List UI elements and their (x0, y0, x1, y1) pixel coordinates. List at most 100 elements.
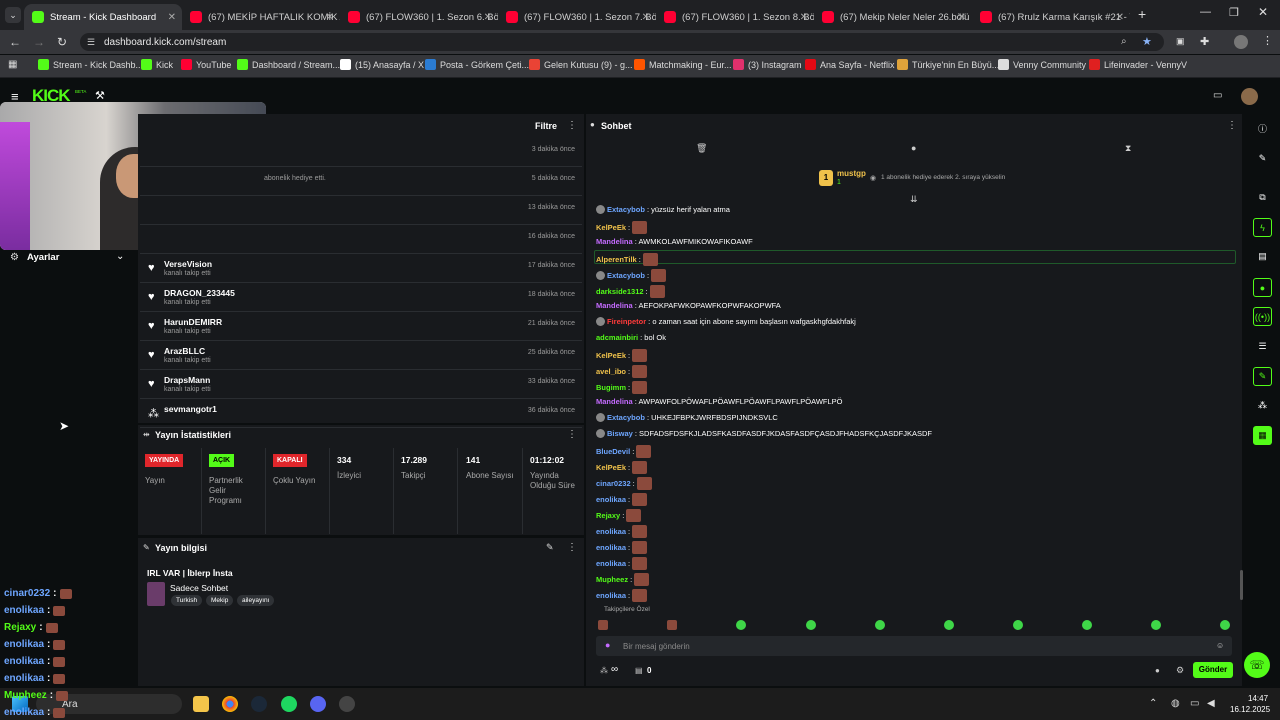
trash-icon[interactable]: 🗑 (696, 143, 707, 154)
chat-username[interactable]: AlperenTilk (596, 255, 637, 264)
stats-menu-icon[interactable]: ⋮ (567, 429, 577, 440)
chat-icon[interactable]: ● (1253, 278, 1272, 297)
pinned-username[interactable]: mustgp (837, 169, 866, 178)
chevron-down-icon[interactable]: ⌄ (116, 251, 124, 262)
chat-message[interactable]: enolikaa: (596, 525, 648, 538)
chat-message[interactable]: enolikaa: (596, 493, 648, 506)
info-icon[interactable]: ⓘ (1253, 119, 1272, 138)
chat-message[interactable]: AlperenTilk: (596, 253, 658, 266)
chat-settings-icon[interactable]: ⚙ (1176, 665, 1184, 676)
emote-icon[interactable] (1082, 620, 1092, 630)
chat-message[interactable]: Bugimm: (596, 381, 648, 394)
bookmark-item[interactable]: Stream - Kick Dashb... (38, 59, 143, 70)
chat-username[interactable]: enolikaa (596, 559, 626, 568)
restore-button[interactable]: ❐ (1229, 6, 1239, 19)
bookmark-item[interactable]: Matchmaking - Eur... (634, 59, 732, 70)
chat-message[interactable]: Rejaxy: (596, 509, 642, 522)
bookmark-item[interactable]: (3) Instagram (733, 59, 802, 70)
chat-message[interactable]: enolikaa: (596, 541, 648, 554)
browser-tab[interactable]: (67) FLOW360 | 1. Sezon 8. Bölü ✕ (656, 4, 814, 30)
activity-username[interactable]: DrapsMann (164, 375, 210, 385)
emote-icon[interactable] (1013, 620, 1023, 630)
chat-message[interactable]: Mandelina: AWMKOLAWFMIKOWAFIKOAWF (596, 237, 753, 246)
close-tab-icon[interactable]: ✕ (484, 12, 492, 23)
status-badge[interactable]: YAYINDA (145, 454, 184, 467)
layout-icon[interactable]: ▭ (1213, 90, 1222, 101)
filter-button[interactable]: Filtre (535, 121, 557, 131)
chat-username[interactable]: Bugimm (596, 383, 626, 392)
document-icon[interactable]: ▤ (1253, 247, 1272, 266)
user-avatar[interactable] (1241, 88, 1258, 105)
wrench-tool-icon[interactable]: ✎ (1253, 367, 1272, 386)
hourglass-icon[interactable]: ⧗ (1125, 143, 1131, 154)
green-app-icon[interactable]: ▦ (1253, 426, 1272, 445)
chat-message[interactable]: Fireinpetor: o zaman saat için abone say… (596, 317, 856, 326)
category-name[interactable]: Sadece Sohbet (170, 583, 228, 593)
chat-username[interactable]: Mandelina (596, 237, 633, 246)
chat-message[interactable]: Extacybob: (596, 269, 667, 282)
support-chat-icon[interactable]: ☏ (1244, 652, 1270, 678)
chat-username[interactable]: enolikaa (596, 591, 626, 600)
browser-tab[interactable]: (67) FLOW360 | 1. Sezon 7. Böl ✕ (498, 4, 656, 30)
activity-item[interactable]: 3 dakika önce (140, 138, 582, 167)
activity-item[interactable]: ♥ DrapsMann kanalı takip etti 33 dakika önc… (140, 370, 582, 399)
close-tab-icon[interactable]: ✕ (168, 12, 176, 23)
status-badge[interactable]: KAPALI (273, 454, 307, 467)
emote-icon[interactable] (875, 620, 885, 630)
broadcast-icon[interactable]: ((•)) (1253, 307, 1272, 326)
volume-icon[interactable]: ◀ (1207, 698, 1215, 709)
chat-username[interactable]: Extacybob (607, 413, 645, 422)
mic-icon[interactable]: ● (605, 640, 610, 650)
chat-message[interactable]: darkside1312: (596, 285, 665, 298)
close-tab-icon[interactable]: ✕ (642, 12, 650, 23)
new-tab-button[interactable]: + (1138, 6, 1146, 22)
close-tab-icon[interactable]: ✕ (1116, 12, 1124, 23)
steam-icon[interactable] (251, 696, 267, 712)
chat-username[interactable]: darkside1312 (596, 287, 644, 296)
pencil-icon[interactable]: ✎ (1253, 149, 1272, 168)
edit-pencil-icon[interactable]: ✎ (546, 542, 554, 553)
bookmark-item[interactable]: (15) Anasayfa / X (340, 59, 424, 70)
extensions-puzzle-icon[interactable]: ✚ (1200, 35, 1209, 48)
chat-message[interactable]: Mupheez: (596, 573, 650, 586)
bookmark-item[interactable]: Gelen Kutusu (9) - g... (529, 59, 633, 70)
close-window-button[interactable]: ✕ (1258, 5, 1268, 19)
spotify-icon[interactable] (281, 696, 297, 712)
file-explorer-icon[interactable] (193, 696, 209, 712)
back-button[interactable]: ← (9, 35, 21, 49)
stream-tag[interactable]: aileyayını (237, 595, 275, 606)
chat-username[interactable]: cinar0232 (596, 479, 631, 488)
bookmark-item[interactable]: Kick (141, 59, 173, 70)
screen-capture-icon[interactable]: ⧉ (1253, 188, 1272, 207)
scroll-down-icon[interactable]: ⇊ (910, 194, 918, 205)
tray-chevron-icon[interactable]: ⌃ (1149, 698, 1157, 709)
activity-username[interactable]: HarunDEMIRR (164, 317, 222, 327)
emote-icon[interactable] (1151, 620, 1161, 630)
activity-username[interactable]: VerseVision (164, 259, 212, 269)
chat-message[interactable]: KelPeEk: (596, 349, 648, 362)
chat-message[interactable]: Bisway: SDFADSFDSFKJLADSFKASDFASDFJKDASF… (596, 429, 932, 438)
layers-icon[interactable]: ☰ (1253, 337, 1272, 356)
browser-tab[interactable]: (67) FLOW360 | 1. Sezon 6. Böl ✕ (340, 4, 498, 30)
minimize-button[interactable]: — (1200, 6, 1211, 18)
chat-username[interactable]: KelPeEk (596, 223, 626, 232)
chat-message[interactable]: enolikaa: (596, 557, 648, 570)
chat-username[interactable]: Fireinpetor (607, 317, 646, 326)
chat-input[interactable] (596, 636, 1232, 656)
chat-mode-icon[interactable]: ● (911, 143, 916, 153)
activity-item[interactable]: 16 dakika önce (140, 225, 582, 254)
emote-icon[interactable] (667, 620, 677, 630)
bookmark-item[interactable]: Posta - Görkem Çeti... (425, 59, 529, 70)
browser-tab[interactable]: Stream - Kick Dashboard ✕ (24, 4, 182, 30)
chat-message[interactable]: avel_ibo: (596, 365, 648, 378)
extension-icon[interactable]: ▣ (1176, 36, 1185, 47)
close-tab-icon[interactable]: ✕ (958, 12, 966, 23)
activity-item[interactable]: ♥ VerseVision kanalı takip etti 17 dakika ö… (140, 254, 582, 283)
bookmark-item[interactable]: YouTube (181, 59, 231, 70)
chat-menu-icon[interactable]: ⋮ (1227, 120, 1237, 131)
emoji-icon[interactable]: ☺ (1216, 641, 1224, 650)
activity-username[interactable]: sevmangotr1 (164, 404, 217, 414)
chat-message[interactable]: Extacybob: UHKEJFBPKJWRFBDSPIJNDKSVLC (596, 413, 778, 422)
chat-username[interactable]: BlueDevil (596, 447, 630, 456)
chat-message[interactable]: Mandelina: AWPAWFOLPÖWAFLPÖAWFLPÖAWFLPAW… (596, 397, 842, 406)
